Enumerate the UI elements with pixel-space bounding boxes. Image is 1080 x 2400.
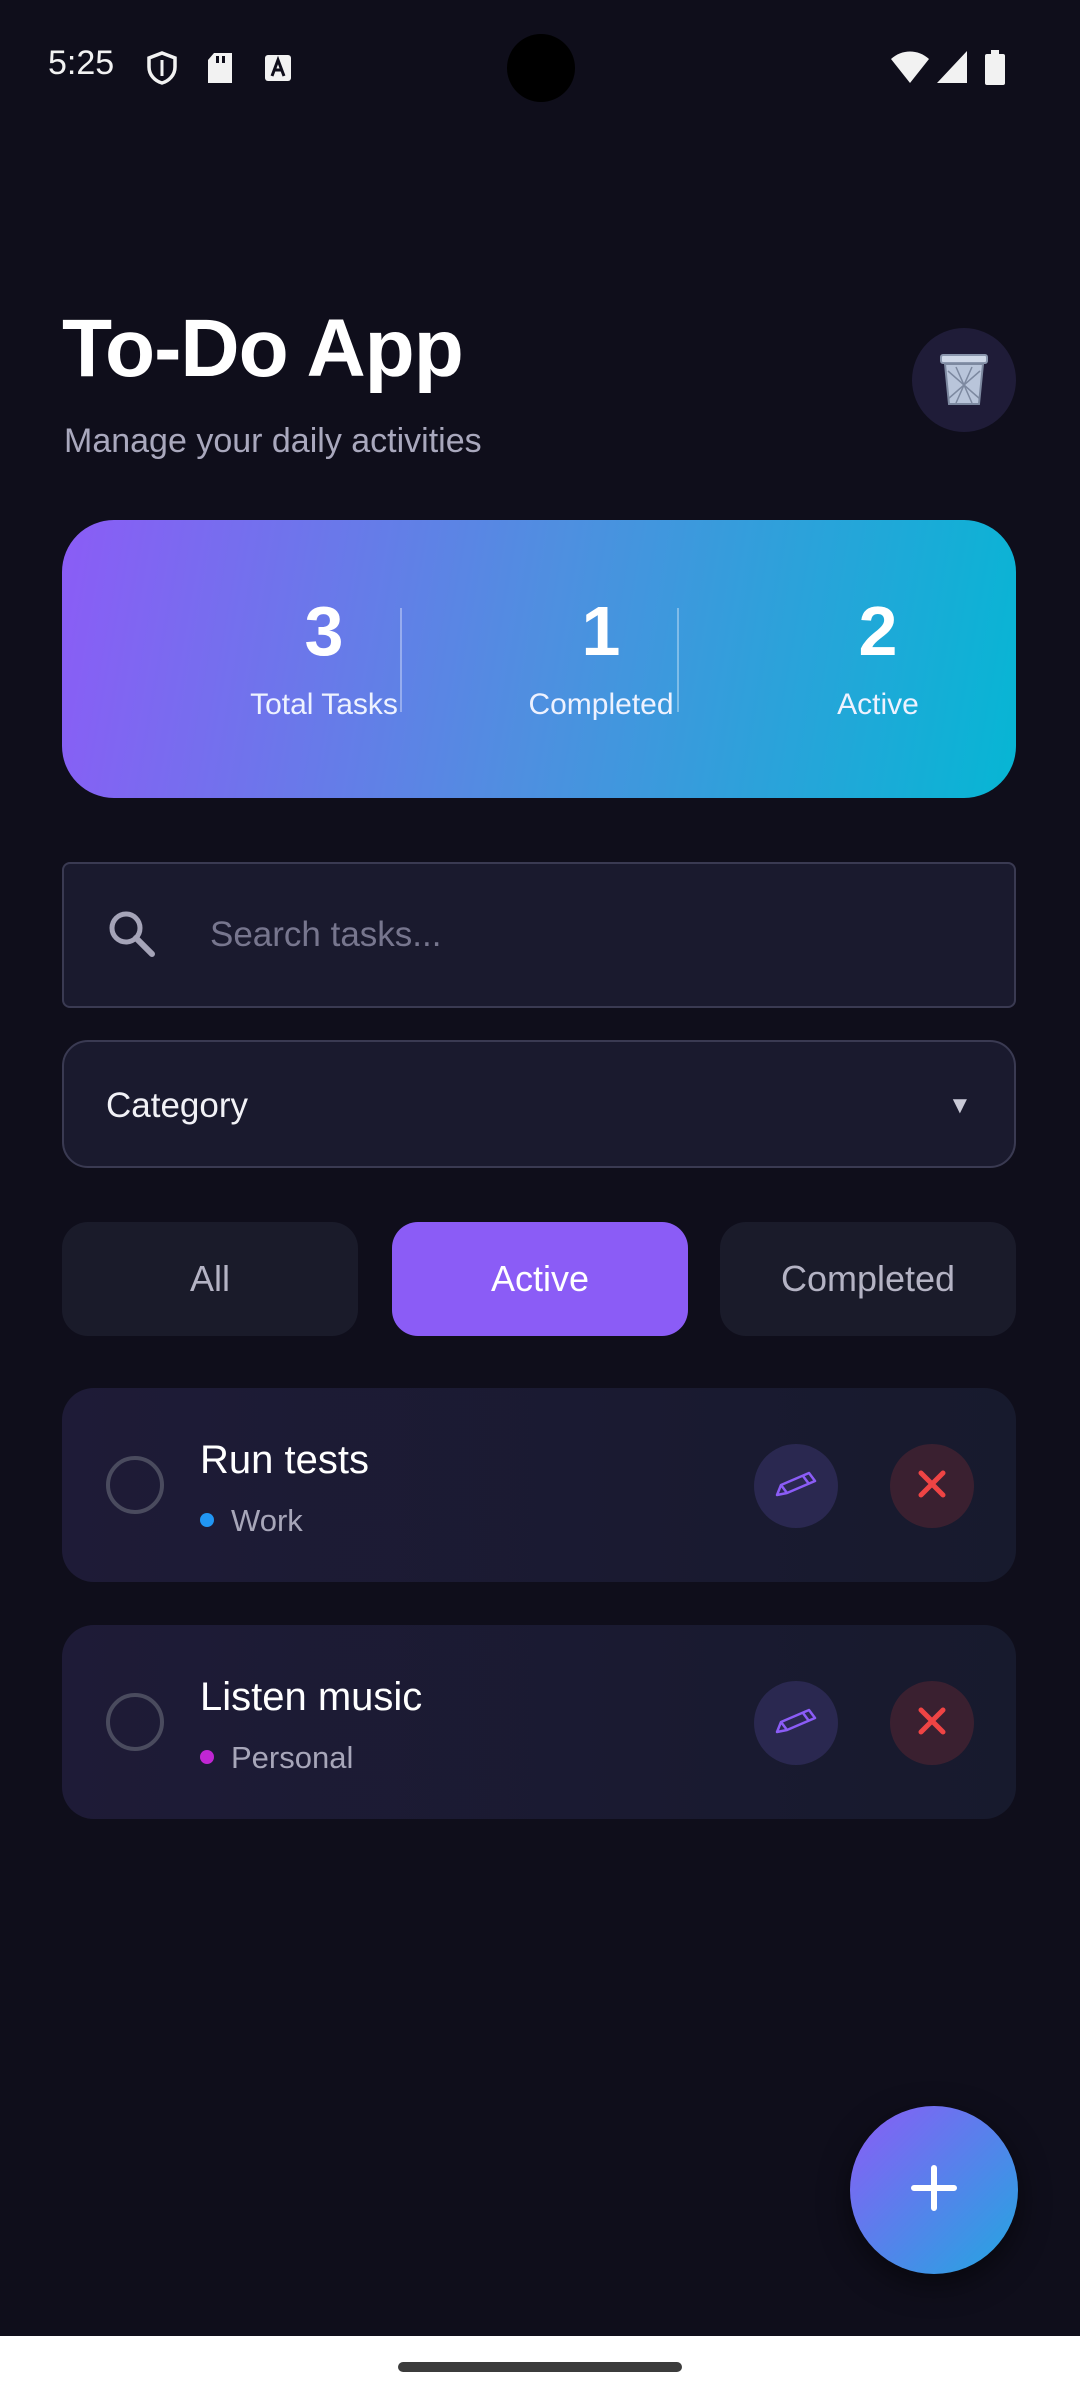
filter-tab-active[interactable]: Active [392, 1222, 688, 1336]
category-dot [200, 1750, 214, 1764]
stat-active: 2 Active [740, 520, 1016, 798]
camera-cutout [507, 34, 575, 102]
stat-completed-label: Completed [528, 688, 674, 721]
search-input[interactable] [208, 906, 972, 964]
cell-signal-icon [936, 50, 968, 89]
stat-total-label: Total Tasks [250, 688, 398, 721]
home-gesture-handle[interactable] [398, 2362, 682, 2372]
stat-active-value: 2 [858, 592, 898, 670]
sd-card-icon [202, 50, 238, 86]
add-task-button[interactable] [850, 2106, 1018, 2274]
task-title: Run tests [200, 1438, 369, 1482]
font-a-icon [260, 50, 296, 86]
task-title: Listen music [200, 1675, 423, 1719]
filter-tab-all[interactable]: All [62, 1222, 358, 1336]
stat-total-value: 3 [304, 592, 344, 670]
shield-icon [144, 50, 180, 86]
stat-active-label: Active [837, 688, 919, 721]
stat-divider [677, 608, 679, 712]
stat-completed-value: 1 [581, 592, 621, 670]
delete-task-button[interactable] [890, 1444, 974, 1528]
wifi-icon [890, 50, 930, 89]
dropdown-arrow-icon: ▼ [948, 1092, 972, 1119]
close-icon [917, 1706, 947, 1741]
stat-total: 3 Total Tasks [186, 520, 462, 798]
edit-task-button[interactable] [754, 1681, 838, 1765]
page-subtitle: Manage your daily activities [64, 422, 482, 460]
task-card [62, 1625, 1016, 1819]
pencil-icon [773, 1469, 819, 1504]
stats-card: 3 Total Tasks 1 Completed 2 Active [62, 520, 1016, 798]
task-category: Work [231, 1503, 303, 1538]
search-icon [106, 908, 158, 960]
plus-icon [910, 2164, 958, 2217]
filter-tab-completed[interactable]: Completed [720, 1222, 1016, 1336]
battery-icon [984, 50, 1006, 91]
edit-task-button[interactable] [754, 1444, 838, 1528]
task-checkbox[interactable] [106, 1456, 164, 1514]
stat-completed: 1 Completed [463, 520, 739, 798]
category-dot [200, 1513, 214, 1527]
trash-icon [938, 349, 990, 412]
task-category: Personal [231, 1740, 354, 1775]
status-time: 5:25 [48, 44, 115, 82]
page-title: To-Do App [62, 303, 464, 394]
category-dropdown-label: Category [106, 1086, 249, 1125]
pencil-icon [773, 1706, 819, 1741]
task-checkbox[interactable] [106, 1693, 164, 1751]
clear-all-button[interactable] [912, 328, 1016, 432]
task-card [62, 1388, 1016, 1582]
close-icon [917, 1469, 947, 1504]
delete-task-button[interactable] [890, 1681, 974, 1765]
stat-divider [400, 608, 402, 712]
